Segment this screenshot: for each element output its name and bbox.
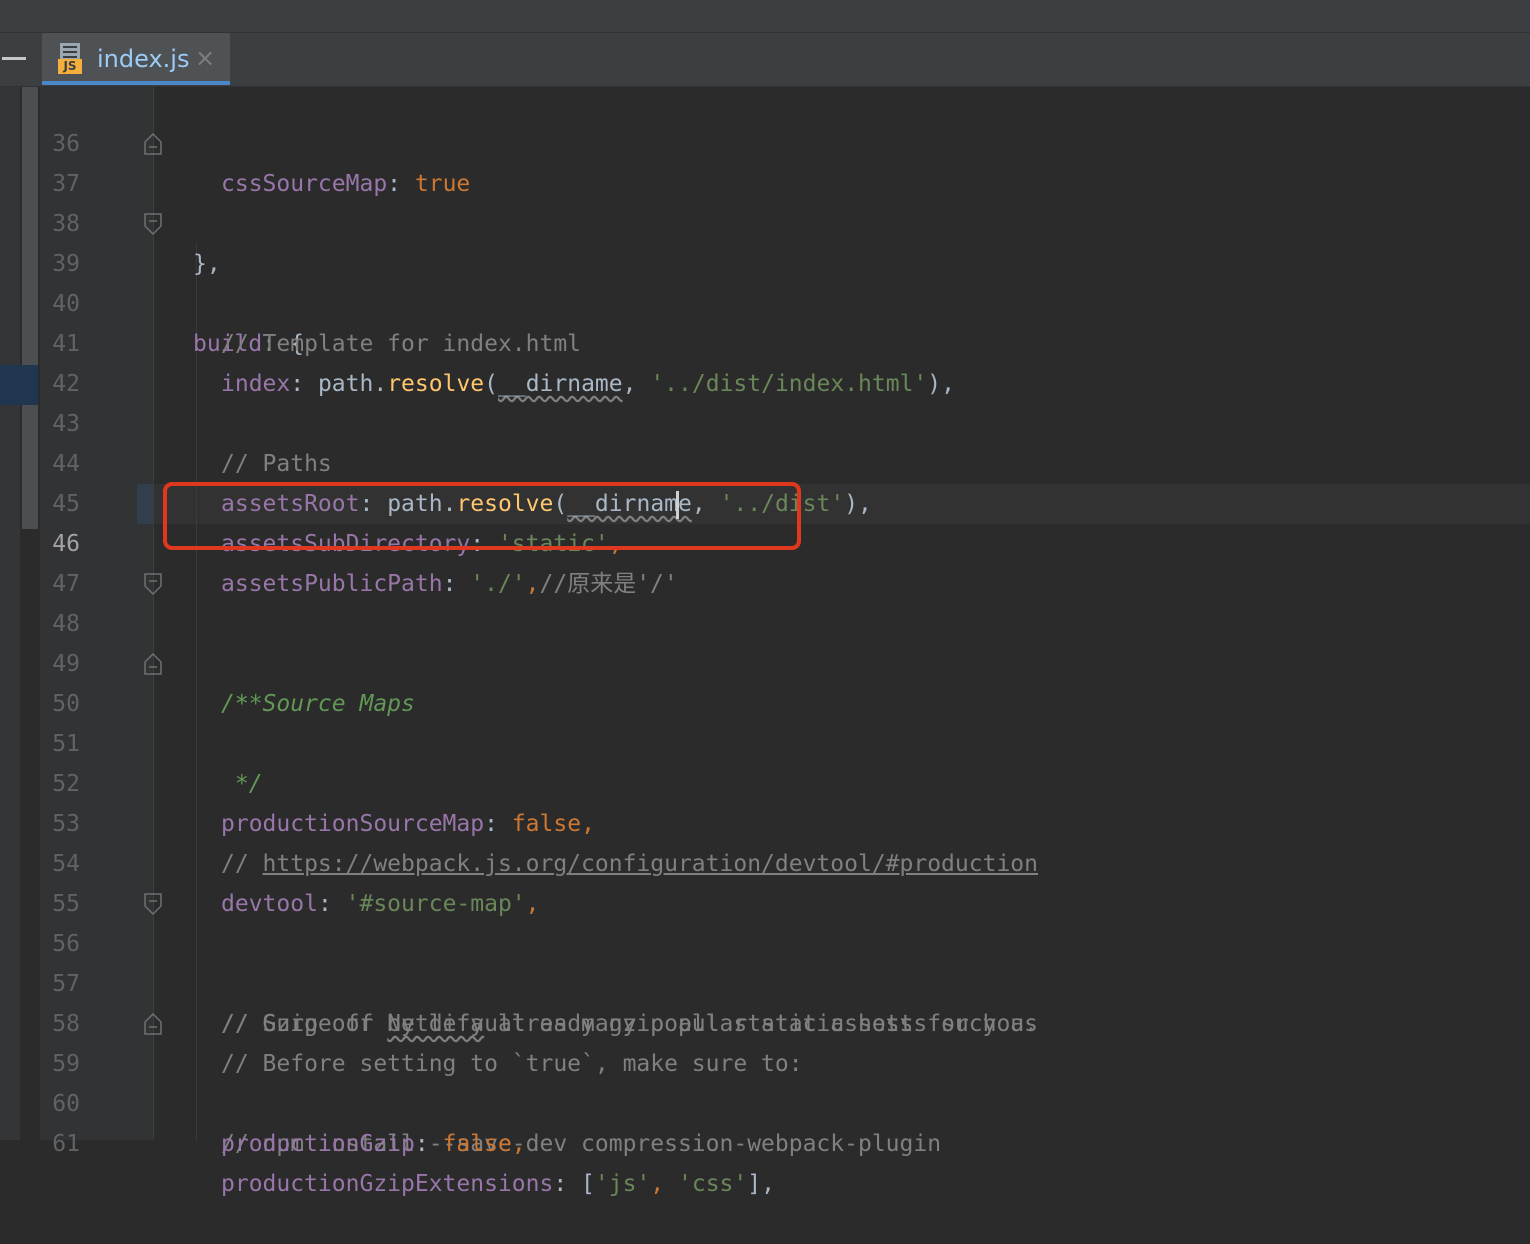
code-line: 48 /** <box>40 564 1530 717</box>
code-line: 55 <box>40 844 1530 917</box>
colon: : <box>553 1171 582 1197</box>
code-line: 40 // Template for index.html <box>40 244 1530 357</box>
close-icon[interactable]: × <box>195 43 221 73</box>
string-literal: 'css' <box>678 1171 748 1197</box>
minimize-icon[interactable] <box>2 48 26 68</box>
code-line: 57 // Surge or Netlify already gzip all … <box>40 924 1530 1037</box>
line-code: productionGzip: false, <box>221 1124 526 1164</box>
code-line: 41 index: path.resolve(__dirname, '../di… <box>40 284 1530 397</box>
fold-marker-icon[interactable] <box>144 653 162 675</box>
code-line: 37 }, <box>40 124 1530 277</box>
file-type-badge: JS <box>58 59 82 74</box>
code-line: 60 productionGzip: false, <box>40 1044 1530 1157</box>
code-line: 45 assetsSubDirectory: 'static', <box>40 444 1530 557</box>
comma: , <box>650 1171 678 1197</box>
vertical-scrollbar-thumb[interactable] <box>22 87 38 529</box>
code-line: 49 * Source Maps <box>40 604 1530 717</box>
fold-marker-icon[interactable] <box>144 213 162 235</box>
scroll-strip <box>0 87 20 1140</box>
line-code: productionGzipExtensions: ['js', 'css'], <box>221 1164 775 1204</box>
code-line: 58 // Before setting to `true`, make sur… <box>40 964 1530 1077</box>
code-line: 42 <box>40 324 1530 397</box>
bracket-close: ], <box>747 1171 775 1197</box>
property-key: productionGzip <box>221 1131 415 1157</box>
code-line: 52 productionSourceMap: false, <box>40 724 1530 837</box>
fold-marker-icon[interactable] <box>144 573 162 595</box>
fold-marker-icon[interactable] <box>144 133 162 155</box>
javascript-file-icon: JS <box>58 43 86 75</box>
property-key: productionGzipExtensions <box>221 1171 554 1197</box>
boolean-value: false <box>442 1131 512 1157</box>
scroll-position-marker <box>0 365 38 405</box>
annotation-highlight-box <box>163 482 801 550</box>
code-line: 61 productionGzipExtensions: ['js', 'css… <box>40 1084 1530 1197</box>
code-line: 56 // Gzip off by default as many popula… <box>40 884 1530 1037</box>
code-line: 54 devtool: '#source-map', <box>40 804 1530 917</box>
code-line: 38 <box>40 164 1530 237</box>
code-line: 39 build: { <box>40 204 1530 357</box>
tab-filename: index.js <box>97 45 190 73</box>
colon: : <box>414 1131 443 1157</box>
code-line: 53 // https://webpack.js.org/configurati… <box>40 764 1530 877</box>
window-title-bar <box>0 0 1530 33</box>
code-line: 43 // Paths <box>40 364 1530 477</box>
line-number: 61 <box>52 1131 80 1157</box>
code-line: 50 */ <box>40 644 1530 797</box>
fold-marker-icon[interactable] <box>144 893 162 915</box>
code-line: 36 cssSourceMap: true <box>40 84 1530 197</box>
fold-marker-icon[interactable] <box>144 1013 162 1035</box>
tab-index-js[interactable]: JS index.js × <box>42 33 230 85</box>
code-line: 59 // npm install --save-dev compression… <box>40 1004 1530 1157</box>
string-literal: 'js' <box>594 1171 651 1197</box>
code-line: 51 <box>40 684 1530 757</box>
comma: , <box>511 1131 526 1157</box>
bracket-open: [ <box>581 1171 595 1197</box>
code-line: 44 assetsRoot: path.resolve(__dirname, '… <box>40 404 1530 517</box>
